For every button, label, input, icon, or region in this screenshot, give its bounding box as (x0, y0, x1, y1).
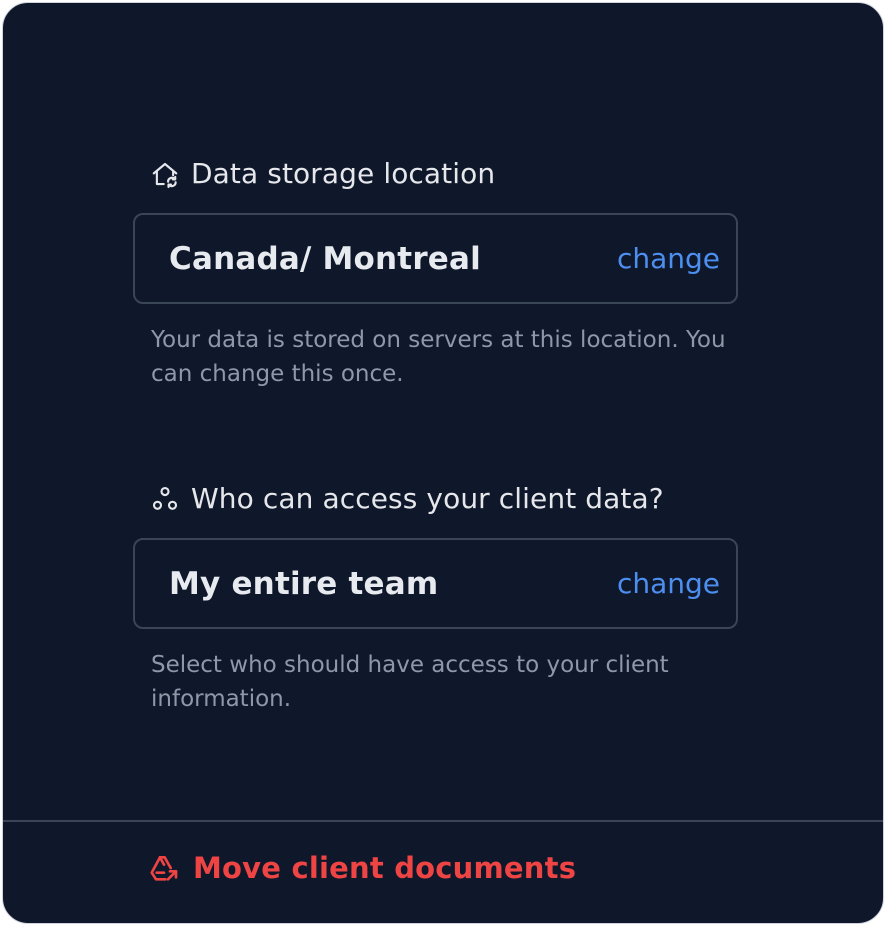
storage-location-field: Canada/ Montreal change (133, 213, 738, 304)
storage-heading-label: Data storage location (191, 157, 496, 190)
change-storage-link[interactable]: change (617, 242, 720, 275)
change-access-link[interactable]: change (617, 567, 720, 600)
access-section-heading: Who can access your client data? (149, 482, 664, 515)
storage-section-heading: Data storage location (149, 157, 495, 190)
footer-divider (3, 820, 883, 822)
move-client-documents-label: Move client documents (193, 851, 577, 885)
storage-helper-text: Your data is stored on servers at this l… (151, 327, 726, 387)
data-settings-card: Data storage location Canada/ Montreal c… (2, 2, 884, 924)
home-sync-icon (149, 158, 181, 190)
team-nodes-icon (149, 483, 181, 515)
access-level-value: My entire team (169, 565, 439, 602)
access-heading-label: Who can access your client data? (191, 482, 664, 515)
storage-location-value: Canada/ Montreal (169, 240, 481, 277)
access-helper-text: Select who should have access to your cl… (151, 652, 669, 712)
access-level-field: My entire team change (133, 538, 738, 629)
move-client-documents-button[interactable]: Move client documents (147, 851, 576, 885)
move-documents-icon (147, 851, 181, 885)
